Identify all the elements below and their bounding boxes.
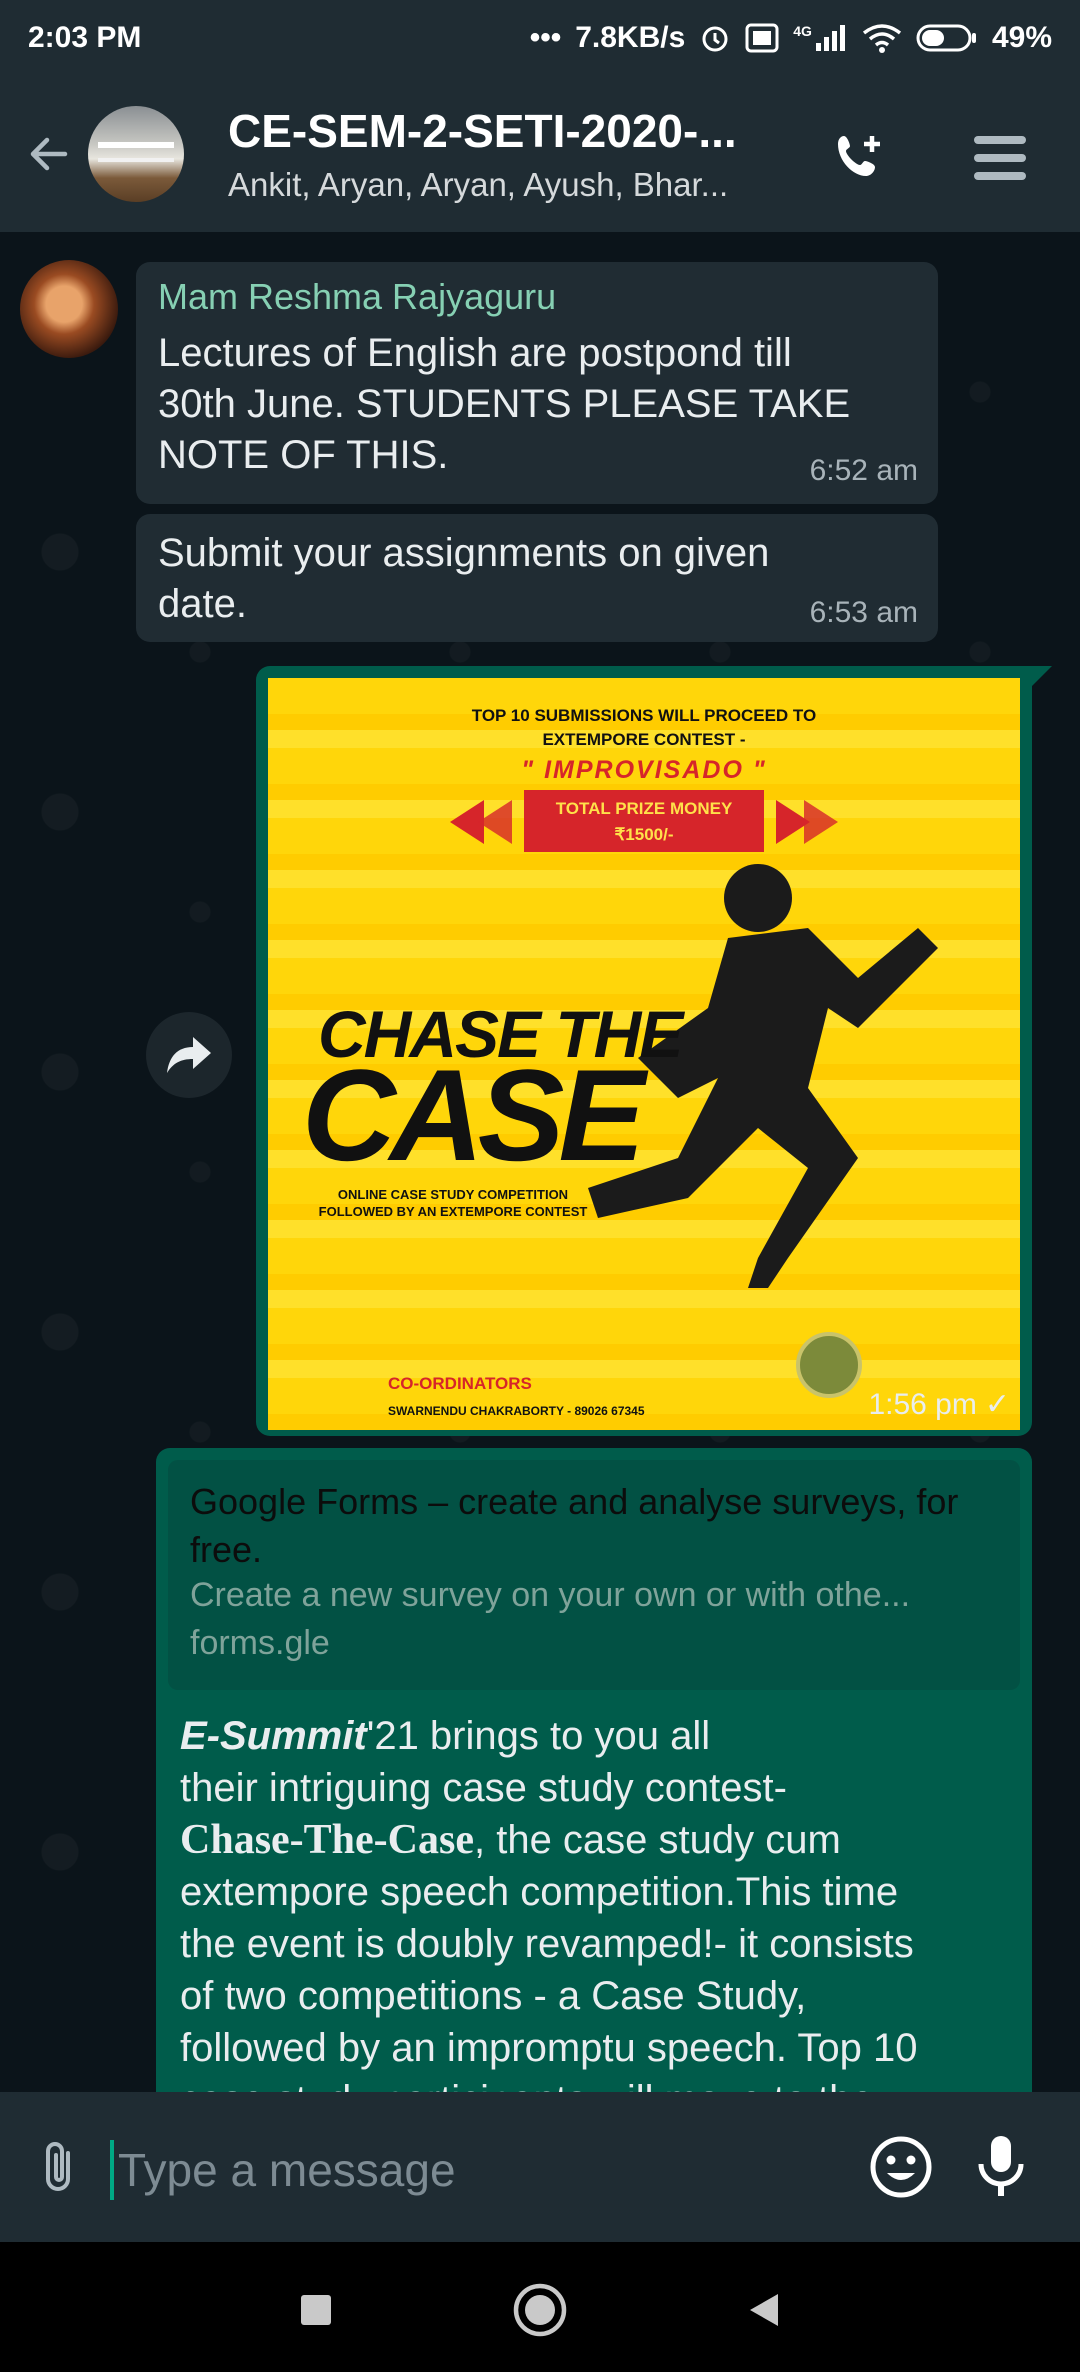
phone-plus-icon [838, 136, 880, 176]
recents-button[interactable] [284, 2278, 348, 2342]
message-time: 6:53 am [809, 596, 918, 629]
mic-button[interactable] [964, 2128, 1038, 2206]
link-preview-desc: Create a new survey on your own or with … [190, 1576, 911, 1614]
hamburger-icon [974, 136, 1026, 180]
link-preview-url: forms.gle [190, 1624, 330, 1662]
triangle-back-icon [750, 2294, 778, 2326]
forward-button[interactable] [146, 1012, 232, 1098]
chat-header: CE-SEM-2-SETI-2020-... Ankit, Aryan, Ary… [0, 76, 1080, 232]
compose-bar [0, 2092, 1080, 2242]
add-call-button[interactable] [820, 118, 900, 198]
message-bubble[interactable]: Mam Reshma Rajyaguru Lectures of English… [136, 262, 938, 504]
sender-avatar[interactable] [20, 260, 118, 358]
more-icon: ••• [529, 21, 562, 54]
message-text: E-Summit'21 brings to you all their intr… [180, 1714, 918, 2092]
paperclip-icon [46, 2142, 70, 2191]
attach-button[interactable] [26, 2132, 90, 2202]
link-message[interactable]: Google Forms – create and analyse survey… [156, 1448, 1032, 2092]
arrow-left-icon [30, 137, 68, 171]
group-avatar[interactable] [88, 106, 184, 202]
volte-icon [745, 23, 779, 53]
alarm-icon [699, 22, 731, 54]
battery-icon [916, 23, 978, 53]
message-text: Lectures of English are postpond till 30… [158, 331, 851, 477]
message-time: 1:56 pm ✓ [868, 1387, 1010, 1422]
forward-icon [167, 1037, 211, 1073]
back-nav-button[interactable] [732, 2278, 796, 2342]
wifi-icon [862, 23, 902, 53]
message-input[interactable] [116, 2132, 820, 2208]
group-members: Ankit, Aryan, Aryan, Ayush, Bhar... [228, 166, 729, 203]
home-button[interactable] [508, 2278, 572, 2342]
system-nav-bar [0, 2242, 1080, 2372]
square-icon [301, 2295, 331, 2325]
image-message[interactable]: TOP 10 SUBMISSIONS WILL PROCEED TO EXTEM… [256, 666, 1032, 1436]
circle-icon [513, 2283, 567, 2337]
smiley-icon [870, 2136, 932, 2198]
status-icons: ••• 7.8KB/s 4G 49% [530, 21, 1052, 55]
signal-icon: 4G [793, 23, 848, 53]
status-bar: 2:03 PM ••• 7.8KB/s 4G 49% [0, 0, 1080, 76]
back-button[interactable] [14, 104, 84, 204]
poster-image[interactable]: TOP 10 SUBMISSIONS WILL PROCEED TO EXTEM… [268, 678, 1020, 1430]
status-time: 2:03 PM [28, 21, 142, 54]
sender-name[interactable]: Mam Reshma Rajyaguru [158, 276, 556, 318]
badge-icon [796, 1332, 862, 1398]
microphone-icon [978, 2136, 1024, 2196]
sent-check-icon: ✓ [984, 1388, 1010, 1421]
message-bubble[interactable]: Submit your assignments on given date. 6… [136, 514, 938, 642]
link-preview[interactable]: Google Forms – create and analyse survey… [168, 1460, 1020, 1690]
network-speed: 7.8KB/s [575, 21, 686, 54]
text-cursor [110, 2140, 114, 2200]
group-title: CE-SEM-2-SETI-2020-... [228, 105, 737, 157]
message-time: 6:52 am [809, 454, 918, 487]
network-type: 4G [793, 23, 812, 39]
menu-button[interactable] [960, 118, 1040, 198]
message-text: Submit your assignments on given date. [158, 531, 770, 626]
chat-area[interactable]: Mam Reshma Rajyaguru Lectures of English… [0, 232, 1080, 2092]
battery-level: 49% [991, 21, 1052, 54]
group-info[interactable]: CE-SEM-2-SETI-2020-... Ankit, Aryan, Ary… [228, 104, 788, 204]
emoji-button[interactable] [864, 2130, 938, 2204]
link-preview-title: Google Forms – create and analyse survey… [190, 1481, 959, 1570]
